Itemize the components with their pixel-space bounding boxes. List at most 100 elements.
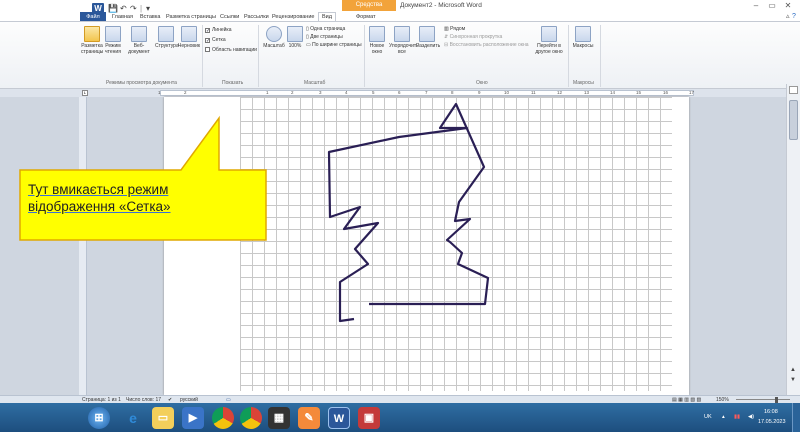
ruler-number: 11 <box>531 90 536 95</box>
video-editor-icon[interactable]: ▦ <box>268 407 290 429</box>
arrange-all-icon <box>394 26 410 42</box>
zoom-slider[interactable] <box>736 399 790 400</box>
freeform-shape[interactable] <box>327 102 490 323</box>
new-window-button[interactable]: Новое окно <box>366 26 388 55</box>
reading-mode-label: Режим чтения <box>105 43 121 55</box>
one-page-label: Одна страница <box>310 26 346 32</box>
outline-button[interactable]: Структура <box>155 26 179 49</box>
document-title: Документ2 - Microsoft Word <box>400 2 482 9</box>
ruler-number: 9 <box>478 90 481 95</box>
ruler-number: 4 <box>345 90 348 95</box>
chrome-icon-2[interactable] <box>240 407 262 429</box>
magnifier-icon <box>266 26 282 42</box>
switch-windows-button[interactable]: Перейти в другое окно <box>532 26 566 55</box>
chrome-icon[interactable] <box>212 407 234 429</box>
group-separator <box>202 25 203 87</box>
close-button[interactable]: ✕ <box>780 0 796 12</box>
group-separator <box>568 25 569 87</box>
ruler-number: 5 <box>372 90 375 95</box>
show-desktop-button[interactable] <box>792 403 800 432</box>
navigation-pane-checkbox[interactable]: Область навигации <box>205 47 257 54</box>
split-icon <box>419 26 435 42</box>
document-page[interactable] <box>164 97 689 395</box>
gridlines-checkbox-label: Сетка <box>212 37 226 43</box>
zoom-100-button[interactable]: 100% <box>287 26 303 49</box>
word-taskbar-icon[interactable]: W <box>328 407 350 429</box>
draft-button[interactable]: Черновик <box>178 26 200 49</box>
group-separator <box>258 25 259 87</box>
group-separator <box>364 25 365 87</box>
windows-taskbar: ⊞ e ▭ ▶ ▦ ✎ W ▣ UK ▴ ▮▮ ◀) 16:08 17.05.2… <box>0 403 800 432</box>
vertical-scrollbar[interactable]: ▲ ▼ <box>786 84 800 395</box>
ruler-checkbox[interactable]: ✓ Линейка <box>205 27 232 34</box>
ruler-number: 2 <box>184 90 187 95</box>
reset-window-position-button[interactable]: ⊟ Восстановить расположение окна <box>444 42 529 49</box>
volume-icon[interactable]: ◀) <box>748 414 754 420</box>
ruler-number: 16 <box>663 90 669 95</box>
ruler-number: 6 <box>398 90 401 95</box>
input-language-indicator[interactable]: UK <box>704 414 712 420</box>
start-button-icon[interactable]: ⊞ <box>88 407 110 429</box>
minimize-button[interactable]: – <box>748 0 764 12</box>
scroll-up-arrow-icon[interactable]: ▲ <box>790 367 796 373</box>
callout-line-2: відображення «Сетка» <box>28 199 171 214</box>
split-button[interactable]: Разделить <box>416 26 441 49</box>
ruler-number: 3 <box>319 90 322 95</box>
one-page-button[interactable]: ▯ Одна страница <box>306 26 345 33</box>
ruler-number: 8 <box>451 90 454 95</box>
scroll-down-arrow-icon[interactable]: ▼ <box>790 377 796 383</box>
vertical-ruler[interactable] <box>79 97 87 395</box>
draft-icon <box>181 26 197 42</box>
ruler-number: 2 <box>291 90 294 95</box>
print-layout-button[interactable]: Разметка страницы <box>81 26 103 55</box>
gridlines-checkbox[interactable]: ✓ Сетка <box>205 37 226 44</box>
ruler-checkbox-label: Линейка <box>212 27 232 33</box>
maximize-button[interactable]: ▭ <box>764 0 780 12</box>
split-label: Разделить <box>416 43 441 49</box>
new-window-label: Новое окно <box>369 43 385 55</box>
ruler-toggle-icon[interactable] <box>789 86 798 94</box>
ribbon-view: Разметка страницы Режим чтения Веб-докум… <box>0 21 800 89</box>
print-layout-label: Разметка страницы <box>81 43 104 55</box>
file-explorer-icon[interactable]: ▭ <box>152 407 174 429</box>
document-workspace <box>0 97 786 395</box>
web-layout-button[interactable]: Веб-документ <box>124 26 154 55</box>
web-layout-icon <box>131 26 147 42</box>
zoom-button[interactable]: Масштаб <box>262 26 286 49</box>
two-pages-button[interactable]: ▯ Две страницы <box>306 34 343 41</box>
paint-icon[interactable]: ✎ <box>298 407 320 429</box>
group-separator <box>600 25 601 87</box>
internet-explorer-icon[interactable]: e <box>122 407 144 429</box>
pictures-icon[interactable]: ▣ <box>358 407 380 429</box>
scrollbar-thumb[interactable] <box>789 100 798 140</box>
window-group-label: Окно <box>476 80 488 86</box>
switch-windows-icon <box>541 26 557 42</box>
clock-date[interactable]: 17.05.2023 <box>758 419 786 425</box>
new-window-icon <box>369 26 385 42</box>
views-group-label: Режимы просмотра документа <box>106 80 177 86</box>
draft-label: Черновик <box>178 43 201 49</box>
tray-expand-icon[interactable]: ▴ <box>722 414 725 420</box>
reading-mode-button[interactable]: Режим чтения <box>104 26 122 55</box>
side-by-side-button[interactable]: ▥ Рядом <box>444 26 465 33</box>
network-icon[interactable]: ▮▮ <box>734 414 740 420</box>
side-by-side-label: Рядом <box>450 26 466 32</box>
web-layout-label: Веб-документ <box>128 43 150 55</box>
arrange-all-button[interactable]: Упорядочить все <box>389 26 419 55</box>
page-width-button[interactable]: ▭ По ширине страницы <box>306 42 362 49</box>
clock-time[interactable]: 16:08 <box>764 409 778 415</box>
outline-icon <box>158 26 174 42</box>
ruler-number: 12 <box>557 90 563 95</box>
ruler-number: 17 <box>689 90 695 95</box>
zoom-label: Масштаб <box>263 43 285 49</box>
synchronous-scrolling-button[interactable]: ⇵ Синхронная прокрутка <box>444 34 502 41</box>
show-group-label: Показать <box>222 80 244 86</box>
page-100-icon <box>287 26 303 42</box>
media-player-icon[interactable]: ▶ <box>182 407 204 429</box>
macros-label: Макросы <box>572 43 594 49</box>
macros-icon <box>575 26 591 42</box>
callout-text: Тут вмикається режим відображення «Сетка… <box>28 181 256 215</box>
page-width-label: По ширине страницы <box>312 42 362 48</box>
macros-button[interactable]: Макросы <box>570 26 596 49</box>
tab-selector-icon[interactable]: L <box>82 90 88 96</box>
